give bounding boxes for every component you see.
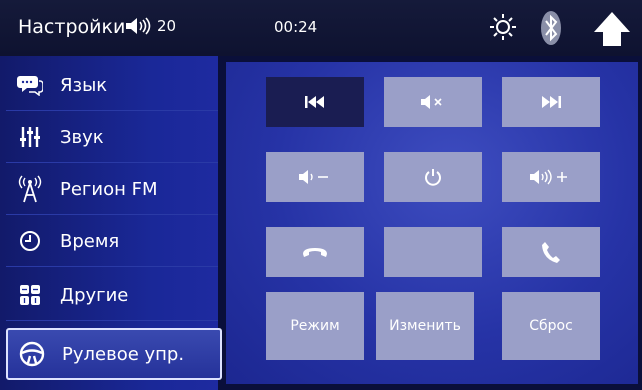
sidebar-item-label: Язык [60,74,108,96]
page-title: Настройки [18,16,126,38]
grid-icon [16,281,44,309]
sidebar-item-label: Рулевое упр. [62,343,185,365]
volume-level: 20 [157,17,177,35]
next-track-button[interactable] [502,77,600,127]
power-icon [425,169,441,186]
call-button[interactable] [502,227,600,277]
call-icon [542,242,560,263]
antenna-icon [16,175,44,203]
sidebar-item-label: Регион FM [60,178,158,200]
mode-button[interactable]: Режим [266,292,364,360]
reset-button-label: Сброс [529,318,573,334]
sidebar-item-label: Другие [60,284,129,306]
settings-sidebar: Язык Звук Регион FM Время Другие Рулевое… [0,56,222,390]
empty-key-button[interactable] [384,227,482,277]
sidebar-item-other[interactable]: Другие [6,270,218,321]
volume-indicator: 20 [124,16,176,36]
change-button-label: Изменить [389,318,461,334]
prev-track-icon [305,96,324,108]
sidebar-item-label: Время [60,230,120,252]
volume-down-icon [299,170,328,184]
equalizer-icon [16,123,44,151]
speaker-icon [126,17,151,35]
sidebar-item-steering-control[interactable]: Рулевое упр. [6,328,222,380]
next-track-icon [542,96,561,108]
change-button[interactable]: Изменить [376,292,474,360]
volume-up-icon [530,169,567,185]
sidebar-item-sound[interactable]: Звук [6,112,218,163]
bluetooth-icon[interactable] [539,9,563,47]
sidebar-item-fm-region[interactable]: Регион FM [6,164,218,215]
brightness-icon[interactable] [488,12,518,42]
sidebar-item-time[interactable]: Время [6,216,218,267]
steering-wheel-icon [18,340,46,368]
steering-control-panel: Режим Изменить Сброс [226,62,638,384]
clock-time: 00:24 [274,18,318,36]
hang-up-button[interactable] [266,227,364,277]
power-button[interactable] [384,152,482,202]
home-icon[interactable] [592,10,632,48]
status-bar: Настройки 20 00:24 [0,0,642,56]
mute-button[interactable] [384,77,482,127]
clock-icon [16,227,44,255]
mute-icon [421,95,442,109]
sidebar-item-language[interactable]: Язык [6,60,218,111]
prev-track-button[interactable] [266,77,364,127]
mode-button-label: Режим [290,318,340,334]
volume-up-button[interactable] [502,152,600,202]
hang-up-icon [303,248,327,257]
volume-down-button[interactable] [266,152,364,202]
reset-button[interactable]: Сброс [502,292,600,360]
sidebar-item-label: Звук [60,126,104,148]
speech-bubble-icon [16,71,44,99]
